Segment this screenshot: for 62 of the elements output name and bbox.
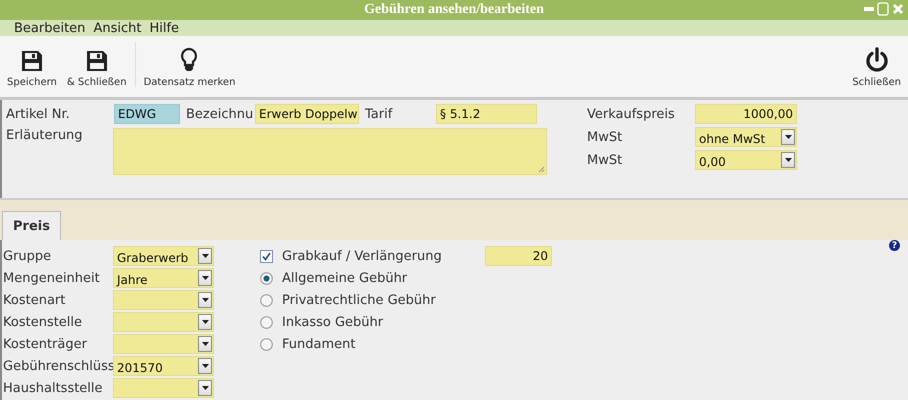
field-label: Bezeichnu xyxy=(186,106,254,122)
window-title: Gebühren ansehen/bearbeiten xyxy=(364,2,544,18)
field-label: Verkaufspreis xyxy=(587,106,676,122)
field-label: Haushaltsstelle xyxy=(3,380,104,396)
checkbox[interactable] xyxy=(260,250,273,262)
input-field[interactable]: Erwerb Doppelw xyxy=(255,104,359,124)
caret-icon[interactable] xyxy=(198,248,212,264)
radio-button[interactable] xyxy=(260,272,273,284)
option-label: Fundament xyxy=(282,336,356,352)
menu-item[interactable]: Bearbeiten xyxy=(11,20,88,36)
field-label: Erläuterung xyxy=(6,128,84,143)
field-label: MwSt xyxy=(587,130,624,144)
caret-icon[interactable] xyxy=(198,292,212,308)
radio-button[interactable] xyxy=(260,316,273,328)
option-label: Allgemeine Gebühr xyxy=(282,270,408,286)
dropdown-field[interactable] xyxy=(113,312,214,332)
maximize-icon[interactable] xyxy=(877,2,889,16)
dropdown-field[interactable] xyxy=(113,290,214,310)
caret-icon[interactable] xyxy=(198,336,212,352)
menu-item[interactable]: Hilfe xyxy=(146,20,182,36)
field-label: Artikel Nr. xyxy=(6,106,71,122)
light-bulb-icon xyxy=(180,47,198,73)
field-label: Kostenstelle xyxy=(3,314,84,330)
input-field[interactable]: § 5.1.2 xyxy=(436,104,537,124)
field-label: Gebührenschlüss xyxy=(3,358,113,374)
dropdown-field[interactable]: 201570 xyxy=(113,356,214,376)
input-field[interactable]: 1000,00 xyxy=(695,104,797,124)
radio-button[interactable] xyxy=(260,338,273,350)
field-label: Gruppe xyxy=(3,248,52,264)
close-icon[interactable] xyxy=(892,3,904,15)
field-label: Kostenträger xyxy=(3,336,88,352)
dropdown-field[interactable] xyxy=(113,378,214,398)
option-label: Grabkauf / Verlängerung xyxy=(282,248,443,264)
dropdown-field[interactable]: ohne MwSt xyxy=(695,127,797,147)
caret-icon[interactable] xyxy=(198,358,212,374)
resize-grip-icon[interactable] xyxy=(538,166,545,173)
power-icon xyxy=(864,47,890,73)
input-field[interactable]: 20 xyxy=(485,246,552,266)
field-label: MwSt xyxy=(587,152,624,168)
option-label: Inkasso Gebühr xyxy=(282,314,384,330)
dropdown-field[interactable]: Jahre xyxy=(113,268,214,288)
input-field[interactable]: EDWG xyxy=(114,104,180,124)
caret-icon[interactable] xyxy=(198,380,212,396)
option-label: Privatrechtliche Gebühr xyxy=(282,292,437,308)
caret-icon[interactable] xyxy=(198,314,212,330)
field-label: Tarif xyxy=(365,106,394,122)
toolbar-button[interactable]: Datensatz merken xyxy=(138,36,240,97)
toolbar-button[interactable]: & Schließen xyxy=(62,36,132,97)
dropdown-field[interactable] xyxy=(113,334,214,354)
field-label: Mengeneinheit xyxy=(3,270,101,286)
dropdown-field[interactable]: 0,00 xyxy=(695,150,797,170)
field-label: Kostenart xyxy=(3,292,66,308)
help-icon[interactable]: ? xyxy=(889,240,900,251)
caret-icon[interactable] xyxy=(781,129,795,145)
caret-icon[interactable] xyxy=(781,152,795,168)
dropdown-field[interactable]: Graberwerb xyxy=(113,246,214,266)
radio-button[interactable] xyxy=(260,294,273,306)
toolbar-button[interactable]: Schließen xyxy=(847,36,906,97)
menu-item[interactable]: Ansicht xyxy=(90,20,144,36)
toolbar-button[interactable]: Speichern xyxy=(2,36,62,97)
caret-icon[interactable] xyxy=(198,270,212,286)
tab[interactable]: Preis xyxy=(2,211,61,240)
